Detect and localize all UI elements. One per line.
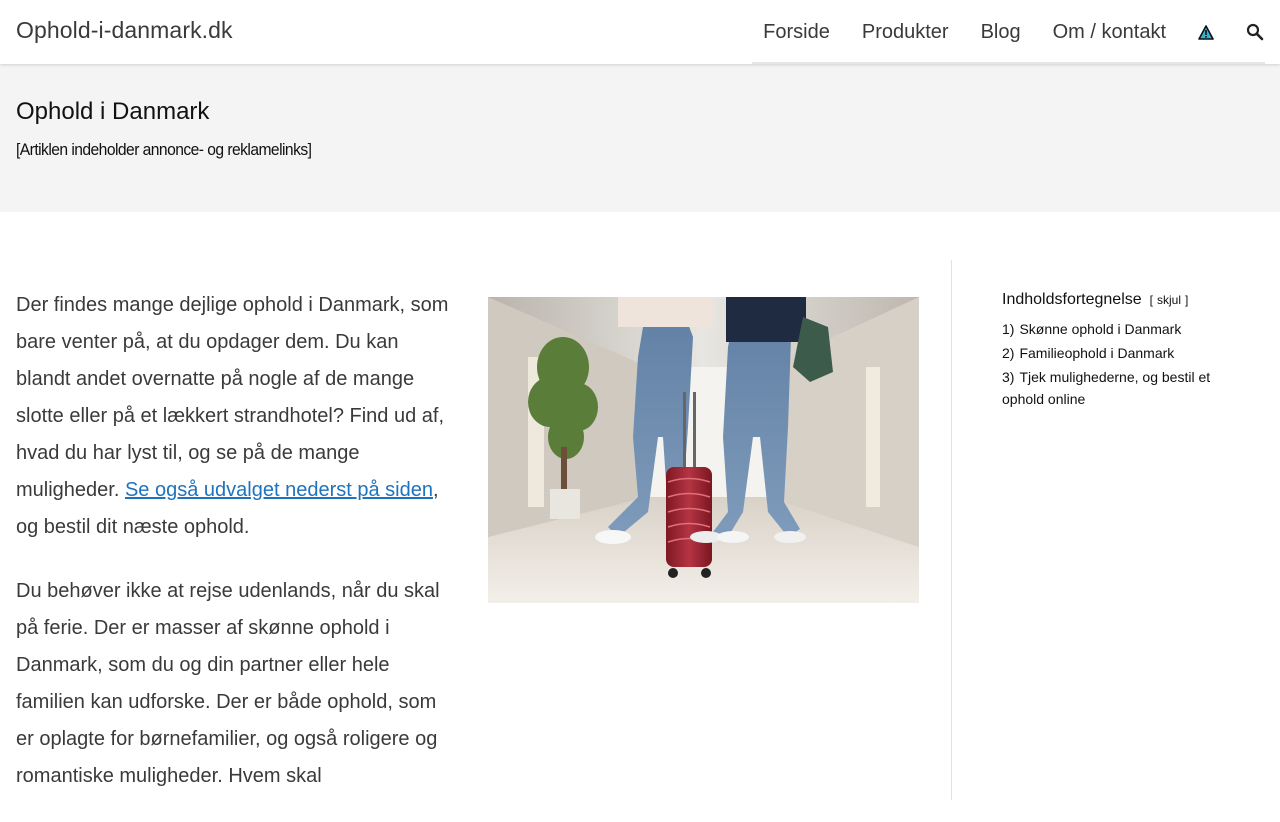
- page-hero: Ophold i Danmark [Artiklen indeholder an…: [0, 64, 1280, 212]
- toc-item-3[interactable]: 3) Tjek mulighederne, og bestil et ophold…: [1002, 366, 1242, 410]
- nav-underline: [752, 62, 1265, 64]
- toc-item-number: 1): [1002, 321, 1015, 337]
- toc-item-number: 2): [1002, 345, 1015, 361]
- paragraph-text: Der findes mange dejlige ophold i Danmar…: [16, 294, 449, 501]
- toc-title: Indholdsfortegnelse: [1002, 291, 1142, 308]
- nav-item-forside[interactable]: Forside: [763, 21, 830, 44]
- toc-item-label: Skønne ophold i Danmark: [1019, 321, 1182, 337]
- warning-triangle-icon[interactable]: [1198, 24, 1214, 40]
- see-selection-link[interactable]: Se også udvalget nederst på siden: [125, 479, 433, 501]
- article-image-couple-with-suitcase: [488, 297, 919, 603]
- search-icon[interactable]: [1246, 23, 1264, 41]
- ad-disclaimer: [Artiklen indeholder annonce- og reklame…: [16, 140, 312, 159]
- nav-item-om-kontakt[interactable]: Om / kontakt: [1053, 21, 1166, 44]
- article-paragraph-1: Der findes mange dejlige ophold i Danmar…: [16, 287, 456, 546]
- toc-toggle-close-bracket: ]: [1185, 293, 1189, 307]
- toc-toggle-open-bracket: [: [1149, 293, 1153, 307]
- toc-toggle: [ skjul]: [1150, 293, 1189, 307]
- toc-item-label: Tjek mulighederne, og bestil et ophold o…: [1002, 369, 1211, 407]
- article-body: Der findes mange dejlige ophold i Danmar…: [16, 287, 456, 822]
- site-header: Ophold-i-danmark.dk Forside Produkter Bl…: [0, 0, 1280, 64]
- toc-item-1[interactable]: 1) Skønne ophold i Danmark: [1002, 318, 1242, 340]
- toc-hide-button[interactable]: skjul: [1157, 293, 1181, 307]
- table-of-contents: Indholdsfortegnelse [ skjul] 1) Skønne oph…: [1002, 291, 1242, 412]
- toc-item-number: 3): [1002, 369, 1015, 385]
- toc-item-2[interactable]: 2) Familieophold i Danmark: [1002, 342, 1242, 364]
- article-paragraph-2: Du behøver ikke at rejse udenlands, når …: [16, 580, 440, 787]
- toc-header: Indholdsfortegnelse [ skjul]: [1002, 291, 1242, 309]
- main-navigation: Forside Produkter Blog Om / kontakt: [763, 0, 1264, 64]
- site-title-link[interactable]: Ophold-i-danmark.dk: [16, 17, 233, 44]
- nav-item-produkter[interactable]: Produkter: [862, 21, 949, 44]
- sidebar-divider: [951, 260, 952, 800]
- toc-item-label: Familieophold i Danmark: [1019, 345, 1175, 361]
- toc-list: 1) Skønne ophold i Danmark 2) Familieophol…: [1002, 318, 1242, 410]
- page-title: Ophold i Danmark: [16, 98, 210, 125]
- nav-item-blog[interactable]: Blog: [981, 21, 1021, 44]
